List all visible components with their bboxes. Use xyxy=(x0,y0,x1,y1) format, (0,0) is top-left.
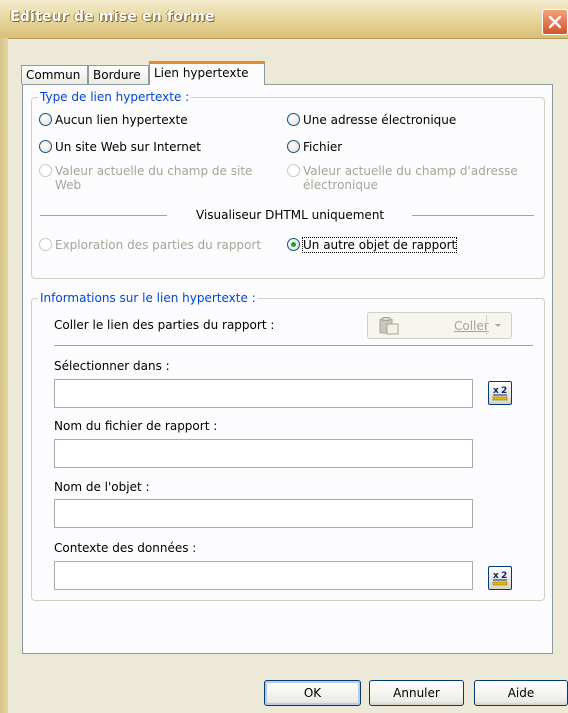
window-title: Editeur de mise en forme xyxy=(10,9,215,25)
radio-label: Aucun lien hypertexte xyxy=(55,113,188,127)
separator-right xyxy=(412,215,534,216)
report-file-input[interactable] xyxy=(54,439,473,468)
paste-parts-label: Coller le lien des parties du rapport : xyxy=(54,318,275,332)
separator-left xyxy=(40,215,167,216)
close-icon xyxy=(548,15,562,29)
paste-button[interactable]: Coller xyxy=(367,312,512,339)
report-file-label: Nom du fichier de rapport : xyxy=(54,419,218,433)
paste-icon xyxy=(379,317,399,335)
radio-circle xyxy=(287,140,300,153)
radio-circle xyxy=(39,238,52,251)
radio-explore-parts[interactable]: Exploration des parties du rapport xyxy=(39,238,261,252)
data-context-formula-button[interactable]: x 2 xyxy=(488,566,512,590)
paste-button-label: Coller xyxy=(454,319,489,333)
tab-lien-hypertexte[interactable]: Lien hypertexte xyxy=(149,61,265,85)
radio-circle xyxy=(287,113,300,126)
radio-dot xyxy=(291,242,296,247)
close-button[interactable] xyxy=(542,9,568,35)
radio-circle xyxy=(39,164,52,177)
chevron-down-icon[interactable] xyxy=(491,316,505,334)
radio-circle xyxy=(287,164,300,177)
cancel-button[interactable]: Annuler xyxy=(369,680,464,706)
radio-email[interactable]: Une adresse électronique xyxy=(287,113,456,127)
radio-label: Un site Web sur Internet xyxy=(55,140,201,154)
select-in-input[interactable] xyxy=(54,379,473,408)
object-name-label: Nom de l'objet : xyxy=(54,480,150,494)
title-bar: Editeur de mise en forme xyxy=(0,0,568,39)
window-border xyxy=(0,38,8,713)
radio-field-website[interactable]: Valeur actuelle du champ de site Web xyxy=(39,164,252,192)
select-in-formula-button[interactable]: x 2 xyxy=(488,381,512,405)
data-context-label: Contexte des données : xyxy=(54,541,197,555)
formula-icon: x 2 xyxy=(492,571,507,586)
paste-button-divider xyxy=(486,315,487,335)
tab-commun[interactable]: Commun xyxy=(21,65,88,84)
link-type-legend: Type de lien hypertexte : xyxy=(38,90,192,104)
tab-bordure[interactable]: Bordure xyxy=(88,65,149,84)
object-name-input[interactable] xyxy=(54,499,473,528)
radio-label: Valeur actuelle du champ de site Web xyxy=(55,164,253,192)
radio-label: Une adresse électronique xyxy=(303,113,457,127)
link-info-legend: Informations sur le lien hypertexte : xyxy=(38,291,258,305)
paste-divider xyxy=(54,345,533,346)
ok-button[interactable]: OK xyxy=(264,680,361,706)
radio-label: Fichier xyxy=(303,140,343,154)
radio-other-object[interactable]: Un autre objet de rapport xyxy=(287,237,458,253)
data-context-input[interactable] xyxy=(54,561,473,590)
radio-label: Valeur actuelle du champ d'adresse élect… xyxy=(303,164,518,192)
radio-no-link[interactable]: Aucun lien hypertexte xyxy=(39,113,188,127)
dhtml-separator-label: Visualiseur DHTML uniquement xyxy=(196,208,385,222)
formula-icon: x 2 xyxy=(492,386,507,401)
radio-label: Un autre objet de rapport xyxy=(301,237,458,253)
help-button[interactable]: Aide xyxy=(474,680,568,706)
radio-file[interactable]: Fichier xyxy=(287,140,342,154)
radio-website[interactable]: Un site Web sur Internet xyxy=(39,140,201,154)
radio-circle xyxy=(39,113,52,126)
radio-field-email[interactable]: Valeur actuelle du champ d'adresse élect… xyxy=(287,164,518,192)
radio-label: Exploration des parties du rapport xyxy=(55,238,262,252)
select-in-label: Sélectionner dans : xyxy=(54,359,170,373)
radio-circle xyxy=(287,238,300,251)
radio-circle xyxy=(39,140,52,153)
